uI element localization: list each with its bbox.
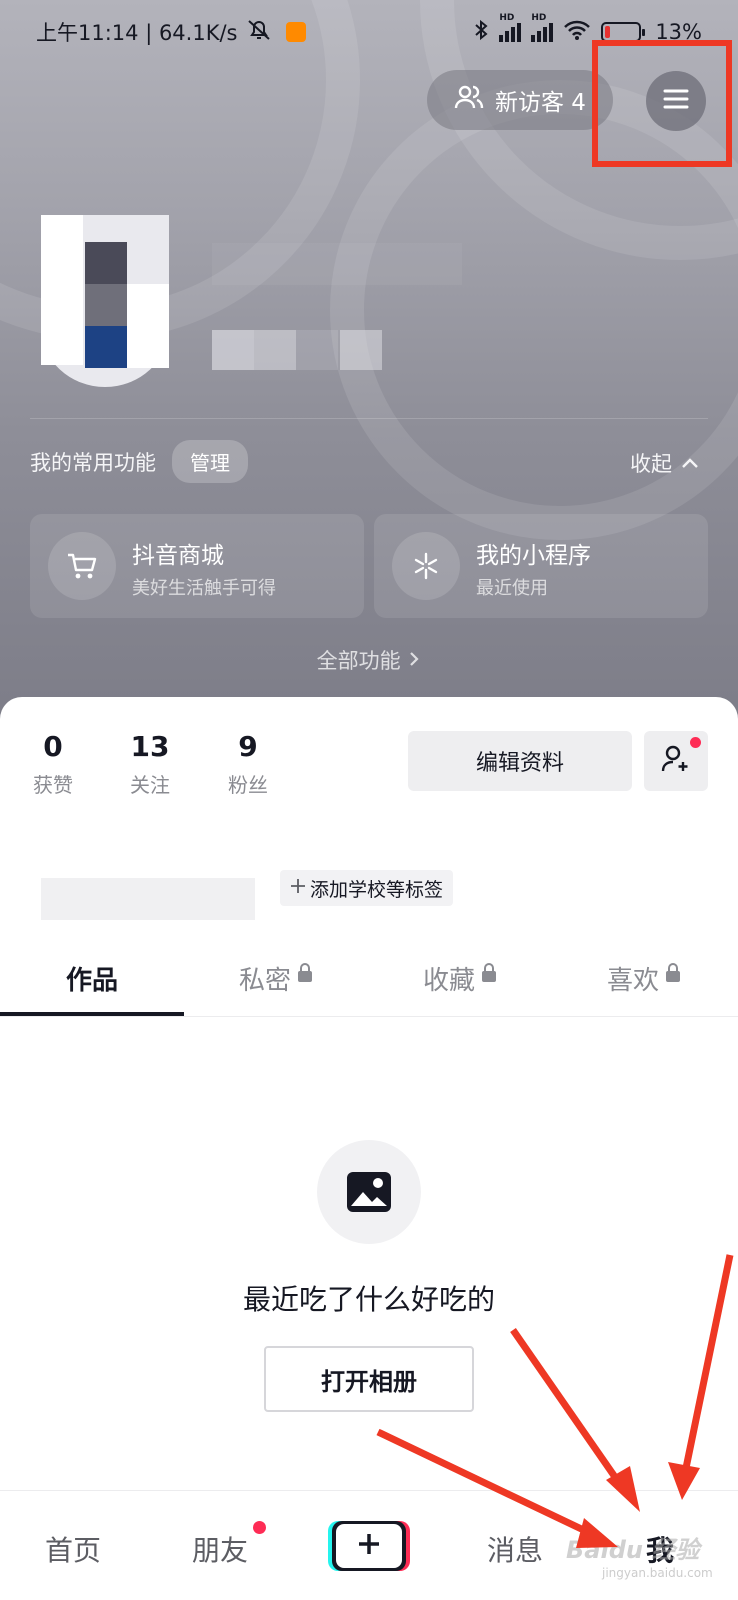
tab-private[interactable]: 私密 <box>184 960 368 1017</box>
blurred-profile-tag <box>41 878 255 920</box>
lock-icon <box>297 960 313 990</box>
hd-badge: HD <box>531 12 547 23</box>
avatar-pixel <box>85 242 127 284</box>
collapse-label: 收起 <box>630 452 672 476</box>
nav-friends[interactable]: 朋友 <box>192 1529 248 1569</box>
cart-icon <box>48 532 116 600</box>
add-school-tag-label: 添加学校等标签 <box>310 878 444 901</box>
visitors-icon <box>453 83 485 117</box>
plus-icon <box>290 877 306 899</box>
tab-favorites[interactable]: 收藏 <box>368 960 552 1017</box>
likes-label: 获赞 <box>33 773 73 797</box>
chevron-up-icon <box>680 451 700 475</box>
likes-stat[interactable]: 0 获赞 <box>8 730 98 798</box>
add-friend-button[interactable] <box>644 731 708 791</box>
following-count: 13 <box>130 730 170 763</box>
likes-count: 0 <box>43 730 63 763</box>
chevron-right-icon <box>407 649 421 673</box>
followers-count: 9 <box>238 730 258 763</box>
shop-card-title: 抖音商城 <box>132 543 224 569</box>
add-user-icon <box>660 743 692 779</box>
mute-icon <box>246 18 272 47</box>
baidu-watermark-url: jingyan.baidu.com <box>602 1566 713 1580</box>
battery-icon <box>601 22 646 42</box>
new-visitors-label: 新访客 4 <box>495 90 586 116</box>
avatar-pixel <box>41 215 83 365</box>
lock-icon <box>481 960 497 990</box>
mini-program-subtitle: 最近使用 <box>476 578 548 599</box>
baidu-watermark: Baidu 经验 <box>566 1536 700 1564</box>
wifi-icon <box>563 19 591 46</box>
image-icon <box>317 1140 421 1244</box>
plus-icon <box>357 1532 381 1560</box>
tab-works-label: 作品 <box>65 966 118 996</box>
shop-card[interactable]: 抖音商城 美好生活触手可得 <box>30 514 364 618</box>
following-label: 关注 <box>130 773 170 797</box>
nav-messages[interactable]: 消息 <box>487 1529 543 1569</box>
create-button[interactable] <box>332 1521 406 1571</box>
followers-stat[interactable]: 9 粉丝 <box>203 730 293 798</box>
app-notification-icon <box>285 22 306 42</box>
mini-program-card[interactable]: 我的小程序 最近使用 <box>374 514 708 618</box>
signal-icon: HD <box>531 13 554 42</box>
shop-card-subtitle: 美好生活触手可得 <box>132 578 276 599</box>
avatar-pixel <box>85 326 127 368</box>
empty-state-text: 最近吃了什么好吃的 <box>242 1283 495 1316</box>
all-functions-label: 全部功能 <box>316 649 401 673</box>
tab-likes[interactable]: 喜欢 <box>552 960 736 1017</box>
following-stat[interactable]: 13 关注 <box>105 730 195 798</box>
all-functions-link[interactable]: 全部功能 <box>0 645 738 675</box>
header-divider <box>30 418 708 419</box>
open-album-button[interactable]: 打开相册 <box>264 1346 474 1412</box>
lock-icon <box>665 960 681 990</box>
avatar-pixel <box>127 284 169 368</box>
avatar-pixel <box>85 284 127 326</box>
common-functions-title: 我的常用功能 <box>30 450 156 475</box>
add-school-tag-button[interactable]: 添加学校等标签 <box>280 870 454 906</box>
common-functions-header: 我的常用功能 管理 <box>30 440 248 483</box>
signal-icon: HD <box>499 13 522 42</box>
manage-button[interactable]: 管理 <box>172 440 248 483</box>
tab-works[interactable]: 作品 <box>0 960 184 1017</box>
bluetooth-icon <box>473 18 489 47</box>
nav-home[interactable]: 首页 <box>45 1529 101 1569</box>
annotation-highlight-box <box>592 40 732 167</box>
hd-badge: HD <box>499 12 515 23</box>
mini-program-icon <box>392 532 460 600</box>
followers-label: 粉丝 <box>228 773 268 797</box>
edit-profile-button[interactable]: 编辑资料 <box>408 731 632 791</box>
friends-notification-dot <box>253 1521 266 1534</box>
new-visitors-button[interactable]: 新访客 4 <box>427 70 613 130</box>
tab-likes-label: 喜欢 <box>606 966 659 996</box>
content-tabs: 作品 私密 收藏 喜欢 <box>0 960 738 1017</box>
active-tab-indicator <box>0 1012 184 1016</box>
mini-program-title: 我的小程序 <box>476 543 591 569</box>
notification-dot <box>690 737 701 748</box>
collapse-button[interactable]: 收起 <box>630 448 700 478</box>
tab-favorites-label: 收藏 <box>422 966 475 996</box>
avatar[interactable] <box>41 215 169 387</box>
tab-private-label: 私密 <box>238 966 291 996</box>
status-time: 上午11:14 | 64.1K/s <box>36 21 238 45</box>
